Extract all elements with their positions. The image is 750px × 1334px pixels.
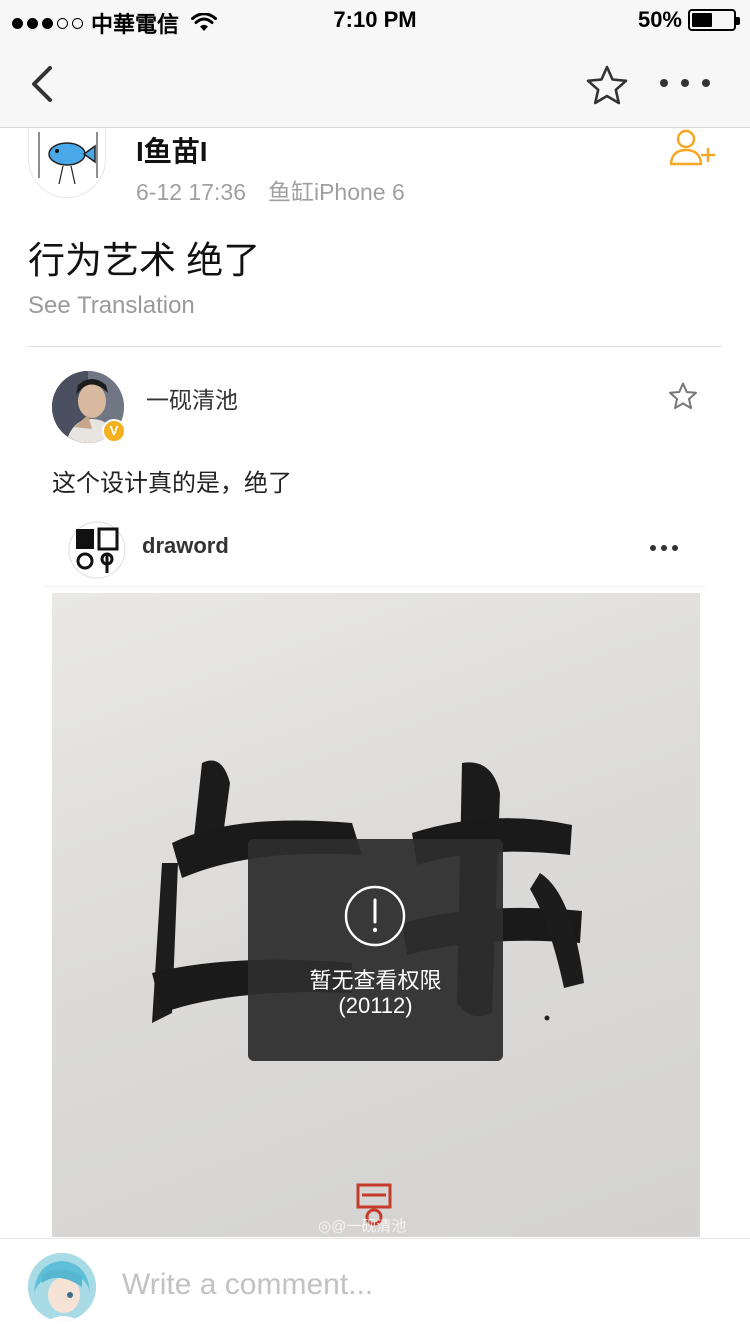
battery-level [692,13,712,27]
nav-bar [0,40,750,128]
exclamation-circle-icon [344,885,406,947]
status-right: 50% [637,7,740,33]
battery-icon [688,9,740,31]
comment-input[interactable] [122,1265,682,1305]
more-horizontal-icon[interactable] [660,68,710,98]
chevron-left-icon[interactable] [24,62,64,106]
poster-name[interactable]: I鱼苗I [136,130,208,170]
top-chrome: 中華電信 7:10 PM 50% [0,0,750,128]
draword-logo[interactable] [68,521,126,579]
embedded-account-name[interactable]: draword [142,533,229,559]
my-avatar[interactable] [28,1253,96,1321]
see-translation-link[interactable]: See Translation [28,292,195,320]
permission-message: 暂无查看权限 [309,968,442,993]
poster-avatar[interactable] [28,128,106,198]
post-time: 6-12 17:36 [136,179,246,205]
post-source: 鱼缸iPhone 6 [267,179,405,205]
calligraphy-image[interactable]: ◎@一砚清池 暂无查看权限 (20112) [52,593,700,1237]
star-outline-icon[interactable] [668,381,698,411]
star-outline-icon[interactable] [586,64,628,106]
embedded-post-header: draword [44,513,706,587]
post-text: 行为艺术 绝了 [28,240,261,281]
verified-badge-icon: V [102,419,126,443]
battery-percent: 50% [637,7,682,32]
anime-avatar-illustration [28,1253,96,1321]
permission-toast: 暂无查看权限 (20112) [248,839,503,1061]
comment-bar [0,1238,750,1334]
post-meta: 6-12 17:36 鱼缸iPhone 6 [136,173,405,207]
shared-post[interactable]: V 一砚清池 这个设计真的是，绝了 draword ◎@一砚清池 暂无查看权限 … [28,347,722,1237]
post-header: I鱼苗I 6-12 17:36 鱼缸iPhone 6 [0,128,750,208]
shared-author-name[interactable]: 一砚清池 [146,381,238,415]
fish-drawing-icon [31,128,105,196]
more-horizontal-icon[interactable] [650,543,678,553]
weibo-watermark: ◎@一砚清池 [318,1218,407,1235]
status-bar: 中華電信 7:10 PM 50% [0,0,750,40]
add-user-icon[interactable] [668,128,718,168]
permission-code: (20112) [338,993,413,1018]
shared-text: 这个设计真的是，绝了 [52,470,292,497]
